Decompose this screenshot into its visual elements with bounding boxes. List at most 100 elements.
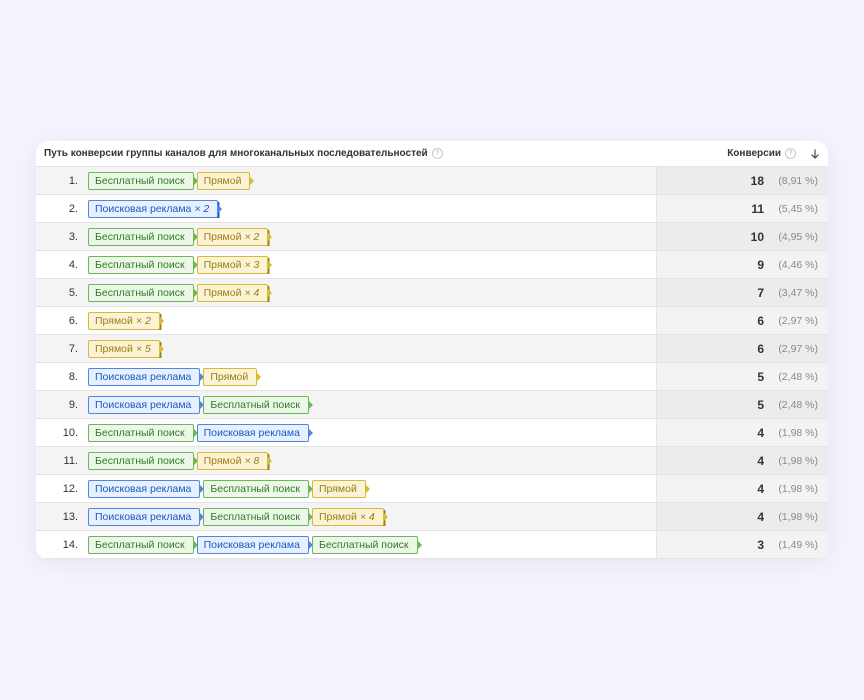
help-icon[interactable]: ?	[785, 148, 796, 159]
table-row[interactable]: 9. Поисковая реклама Бесплатный поиск 5(2,4…	[36, 391, 828, 419]
conversion-path: Бесплатный поискПоисковая рекламаБесплат…	[88, 536, 656, 554]
channel-chip-label: Прямой	[95, 315, 133, 327]
path-column-label: Путь конверсии группы каналов для многок…	[44, 148, 428, 159]
table-row[interactable]: 12. Поисковая реклама Бесплатный поиск Прям…	[36, 475, 828, 503]
table-row[interactable]: 13.Поисковая рекламаБесплатный поискПрям…	[36, 503, 828, 531]
conversion-path: Бесплатный поиск Прямой× 4	[88, 284, 656, 302]
channel-chip: Бесплатный поиск	[312, 536, 418, 554]
channel-chip: Бесплатный поиск	[203, 480, 309, 498]
conversion-path: Бесплатный поискПоисковая реклама	[88, 424, 656, 442]
channel-chip-label: Прямой	[204, 231, 242, 243]
channel-chip-label: Поисковая реклама	[95, 399, 191, 411]
conversions-cell: 7 (3,47 %)	[656, 279, 828, 306]
conversion-path: Поисковая реклама Бесплатный поиск	[88, 396, 656, 414]
report-panel: Путь конверсии группы каналов для многок…	[36, 141, 828, 559]
channel-chip: Бесплатный поиск	[203, 508, 309, 526]
channel-chip-label: Поисковая реклама	[95, 511, 191, 523]
channel-chip: Бесплатный поиск	[88, 284, 194, 302]
table-row[interactable]: 1.Бесплатный поискПрямой18(8,91 %)	[36, 167, 828, 195]
channel-chip: Бесплатный поиск	[88, 172, 194, 190]
sort-descending-icon[interactable]	[810, 149, 820, 159]
conversions-cell: 6(2,97 %)	[656, 335, 828, 362]
table-row[interactable]: 7.Прямой× 56(2,97 %)	[36, 335, 828, 363]
channel-chip: Прямой	[312, 480, 366, 498]
channel-chip: Поисковая реклама	[197, 536, 309, 554]
conversions-value: 6	[744, 314, 764, 328]
channel-chip-label: Бесплатный поиск	[210, 511, 300, 523]
conversions-value: 5	[744, 370, 764, 384]
channel-chip-multiplier: × 2	[194, 203, 209, 215]
conversions-value: 4	[744, 454, 764, 468]
conversions-cell: 5 (2,48 %)	[656, 363, 828, 390]
row-number: 8.	[36, 371, 88, 383]
channel-chip: Бесплатный поиск	[203, 396, 309, 414]
conversions-cell: 3(1,49 %)	[656, 531, 828, 558]
channel-chip-label: Прямой	[204, 287, 242, 299]
channel-chip: Поисковая реклама	[88, 480, 200, 498]
channel-chip-label: Бесплатный поиск	[95, 259, 185, 271]
table-row[interactable]: 2.Поисковая реклама× 211(5,45 %)	[36, 195, 828, 223]
channel-chip-label: Поисковая реклама	[95, 483, 191, 495]
channel-chip-multiplier: × 4	[360, 511, 375, 523]
channel-chip-label: Прямой	[204, 259, 242, 271]
row-number: 14.	[36, 539, 88, 551]
conversions-cell: 4 (1,98 %)	[656, 447, 828, 474]
conversions-value: 7	[744, 286, 764, 300]
conversions-percent: (4,46 %)	[772, 259, 818, 271]
row-number: 9.	[36, 399, 88, 411]
conversions-percent: (2,48 %)	[772, 371, 818, 383]
channel-chip: Прямой× 4	[312, 508, 384, 526]
channel-chip-label: Поисковая реклама	[204, 539, 300, 551]
conversions-percent: (1,98 %)	[772, 427, 818, 439]
channel-chip-label: Бесплатный поиск	[210, 483, 300, 495]
conversions-cell: 5(2,48 %)	[656, 391, 828, 418]
channel-chip-multiplier: × 4	[244, 287, 259, 299]
table-row[interactable]: 8. Поисковая реклама Прямой 5 (2,48 %)	[36, 363, 828, 391]
conversions-percent: (3,47 %)	[772, 287, 818, 299]
conversions-cell: 9 (4,46 %)	[656, 251, 828, 278]
channel-chip-multiplier: × 5	[136, 343, 151, 355]
conversions-cell: 10(4,95 %)	[656, 223, 828, 250]
channel-chip-label: Прямой	[319, 483, 357, 495]
conversion-path: Прямой× 2	[88, 312, 656, 330]
path-column-header[interactable]: Путь конверсии группы каналов для многок…	[44, 148, 727, 159]
channel-chip: Бесплатный поиск	[88, 424, 194, 442]
channel-chip: Прямой× 2	[88, 312, 160, 330]
channel-chip-label: Поисковая реклама	[95, 371, 191, 383]
conversions-column-header[interactable]: Конверсии ?	[727, 148, 820, 159]
channel-chip: Поисковая реклама× 2	[88, 200, 218, 218]
channel-chip-label: Бесплатный поиск	[95, 287, 185, 299]
conversion-path: Поисковая реклама Бесплатный поиск Прямой	[88, 480, 656, 498]
conversions-percent: (1,98 %)	[772, 483, 818, 495]
table-row[interactable]: 4.Бесплатный поискПрямой× 39(4,46 %)	[36, 251, 828, 279]
table-row[interactable]: 6.Прямой× 26(2,97 %)	[36, 307, 828, 335]
channel-chip-label: Поисковая реклама	[95, 203, 191, 215]
conversion-path: Бесплатный поискПрямой× 8	[88, 452, 656, 470]
conversion-path: Поисковая реклама× 2	[88, 200, 656, 218]
table-row[interactable]: 10.Бесплатный поискПоисковая реклама4(1,…	[36, 419, 828, 447]
channel-chip-label: Прямой	[210, 371, 248, 383]
table-row[interactable]: 5.Бесплатный поискПрямой× 47(3,47 %)	[36, 279, 828, 307]
table-row[interactable]: 14.Бесплатный поискПоисковая рекламаБесп…	[36, 531, 828, 559]
row-number: 3.	[36, 231, 88, 243]
channel-chip: Прямой× 4	[197, 284, 269, 302]
channel-chip: Бесплатный поиск	[88, 452, 194, 470]
channel-chip-label: Бесплатный поиск	[319, 539, 409, 551]
table-row[interactable]: 11.Бесплатный поискПрямой× 84(1,98 %)	[36, 447, 828, 475]
conversions-cell: 4(1,98 %)	[656, 503, 828, 530]
conversions-cell: 6(2,97 %)	[656, 307, 828, 334]
conversions-value: 9	[744, 258, 764, 272]
table-row[interactable]: 3.Бесплатный поискПрямой× 210(4,95 %)	[36, 223, 828, 251]
channel-chip-label: Бесплатный поиск	[95, 175, 185, 187]
help-icon[interactable]: ?	[432, 148, 443, 159]
conversion-path: Поисковая реклама Бесплатный поиск Прямой×…	[88, 508, 656, 526]
channel-chip-label: Прямой	[95, 343, 133, 355]
conversion-path: Бесплатный поискПрямой	[88, 172, 656, 190]
table-header: Путь конверсии группы каналов для многок…	[36, 141, 828, 167]
channel-chip-label: Прямой	[204, 455, 242, 467]
conversions-value: 3	[744, 538, 764, 552]
channel-chip: Поисковая реклама	[88, 368, 200, 386]
conversions-percent: (2,48 %)	[772, 399, 818, 411]
row-number: 12.	[36, 483, 88, 495]
conversions-percent: (1,98 %)	[772, 455, 818, 467]
